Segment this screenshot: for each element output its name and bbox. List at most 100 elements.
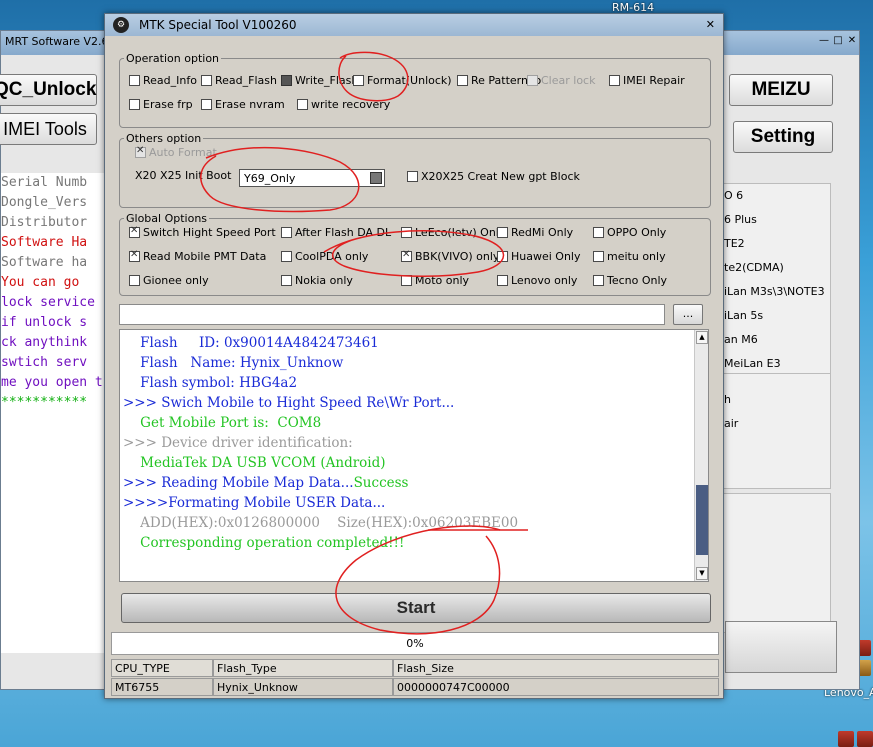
info-header-cell: Flash_Type bbox=[213, 659, 393, 677]
checkbox-icon bbox=[129, 99, 140, 110]
mrt-model-item[interactable]: 6 Plus bbox=[714, 208, 830, 232]
global-option-checkbox[interactable]: LeEco(letv) Only bbox=[401, 226, 505, 239]
operation-checkbox[interactable]: Read_Info bbox=[129, 74, 197, 87]
operation-checkbox[interactable]: write recovery bbox=[297, 98, 390, 111]
gpt-block-label: X20X25 Creat New gpt Block bbox=[421, 170, 580, 183]
auto-format-checkbox[interactable]: Auto Format bbox=[135, 145, 217, 159]
setting-button[interactable]: Setting bbox=[733, 121, 833, 153]
scroll-thumb[interactable] bbox=[696, 485, 708, 555]
log-line: ADD(HEX):0x0126800000 Size(HEX):0x06203E… bbox=[123, 513, 518, 533]
browse-button[interactable]: ... bbox=[673, 304, 703, 325]
global-option-label: Huawei Only bbox=[511, 250, 581, 263]
global-option-checkbox[interactable]: Gionee only bbox=[129, 274, 209, 287]
taskbar-app-icon[interactable] bbox=[857, 731, 873, 747]
global-option-checkbox[interactable]: Huawei Only bbox=[497, 250, 581, 263]
mrt-log-line: Software ha bbox=[1, 255, 88, 270]
mrt-title: MRT Software V2.6 bbox=[5, 35, 109, 48]
checkbox-icon bbox=[401, 249, 412, 262]
mrt-model-item[interactable]: an M6 bbox=[714, 328, 830, 352]
mrt-model-item[interactable]: TE2 bbox=[714, 232, 830, 256]
global-option-checkbox[interactable]: Read Mobile PMT Data bbox=[129, 249, 267, 263]
qc-unlock-button[interactable]: QC_Unlock bbox=[0, 74, 97, 106]
info-value-cell: 0000000747C00000 bbox=[393, 678, 719, 696]
close-icon[interactable]: ✕ bbox=[706, 18, 715, 31]
close-icon[interactable]: ✕ bbox=[845, 34, 859, 48]
init-boot-value: Y69_Only bbox=[244, 172, 296, 185]
global-option-label: Read Mobile PMT Data bbox=[143, 250, 267, 263]
operation-checkbox-label: Erase frp bbox=[143, 98, 193, 111]
taskbar-app-icon[interactable] bbox=[838, 731, 854, 747]
global-option-label: Nokia only bbox=[295, 274, 353, 287]
info-header-cell: Flash_Size bbox=[393, 659, 719, 677]
log-line: Flash symbol: HBG4a2 bbox=[123, 373, 518, 393]
minimize-icon[interactable]: — bbox=[817, 34, 831, 48]
start-button[interactable]: Start bbox=[121, 593, 711, 623]
operation-checkbox-label: write recovery bbox=[311, 98, 391, 111]
log-line-text: Flash symbol: HBG4a2 bbox=[123, 375, 298, 391]
global-option-checkbox[interactable]: Nokia only bbox=[281, 274, 353, 287]
mrt-option-item[interactable]: h bbox=[714, 388, 830, 412]
mrt-log-line: Dongle_Vers bbox=[1, 195, 88, 210]
mrt-log-line: Software Ha bbox=[1, 235, 88, 250]
log-line-text: >>>>Formating Mobile USER Data... bbox=[123, 495, 386, 511]
checkbox-icon bbox=[129, 249, 140, 262]
checkbox-icon bbox=[497, 251, 508, 262]
checkbox-icon bbox=[281, 75, 292, 86]
global-option-checkbox[interactable]: CoolPDA only bbox=[281, 250, 368, 263]
mrt-model-item[interactable]: te2(CDMA) bbox=[714, 256, 830, 280]
mrt-model-item[interactable]: iLan M3s\3\NOTE3 bbox=[714, 280, 830, 304]
log-line-status: Success bbox=[353, 475, 409, 491]
operation-checkbox[interactable]: Format(Unlock) bbox=[353, 74, 452, 87]
global-options-legend: Global Options bbox=[126, 212, 208, 225]
mtk-title-bar: ⚙ MTK Special Tool V100260 ✕ bbox=[105, 14, 723, 36]
global-option-checkbox[interactable]: meitu only bbox=[593, 250, 666, 263]
checkbox-icon bbox=[593, 251, 604, 262]
global-option-checkbox[interactable]: OPPO Only bbox=[593, 226, 666, 239]
log-line-text: Flash Name: Hynix_Unknow bbox=[123, 355, 344, 371]
global-option-label: Lenovo only bbox=[511, 274, 578, 287]
mrt-log-line: *********** bbox=[1, 395, 88, 410]
global-option-checkbox[interactable]: RedMi Only bbox=[497, 226, 573, 239]
meizu-button[interactable]: MEIZU bbox=[729, 74, 833, 106]
mrt-bottom-panel bbox=[725, 621, 837, 673]
operation-checkbox[interactable]: Write_Flash bbox=[281, 74, 358, 87]
operation-checkbox-label: Clear lock bbox=[541, 74, 596, 87]
operation-checkbox[interactable]: Erase frp bbox=[129, 98, 193, 111]
global-option-checkbox[interactable]: BBK(VIVO) only bbox=[401, 249, 499, 263]
imei-tools-button[interactable]: IMEI Tools bbox=[0, 113, 97, 145]
operation-checkbox[interactable]: Clear lock bbox=[527, 74, 595, 87]
operation-checkbox[interactable]: Read_Flash bbox=[201, 74, 277, 87]
gpt-block-checkbox[interactable]: X20X25 Creat New gpt Block bbox=[407, 170, 580, 183]
global-option-label: CoolPDA only bbox=[295, 250, 369, 263]
global-option-checkbox[interactable]: Moto only bbox=[401, 274, 469, 287]
global-option-label: LeEco(letv) Only bbox=[415, 226, 506, 239]
info-header-cell: CPU_TYPE bbox=[111, 659, 213, 677]
mrt-model-item[interactable]: O 6 bbox=[714, 184, 830, 208]
global-option-checkbox[interactable]: Lenovo only bbox=[497, 274, 577, 287]
scroll-up-icon[interactable]: ▲ bbox=[696, 331, 708, 344]
operation-checkbox-label: Read_Info bbox=[143, 74, 197, 87]
operation-option-legend: Operation option bbox=[126, 52, 220, 65]
dropdown-icon[interactable] bbox=[370, 172, 382, 184]
mrt-log-line: if unlock s bbox=[1, 315, 88, 330]
operation-checkbox[interactable]: IMEI Repair bbox=[609, 74, 685, 87]
scroll-down-icon[interactable]: ▼ bbox=[696, 567, 708, 580]
log-line-text: >>> Device driver identification: bbox=[123, 435, 353, 451]
global-option-label: Gionee only bbox=[143, 274, 209, 287]
maximize-icon[interactable]: □ bbox=[831, 34, 845, 48]
auto-format-label: Auto Format bbox=[149, 146, 217, 159]
operation-checkbox-label: Format(Unlock) bbox=[367, 74, 452, 87]
checkbox-icon bbox=[457, 75, 468, 86]
global-option-checkbox[interactable]: Switch Hight Speed Port bbox=[129, 225, 276, 239]
global-option-checkbox[interactable]: Tecno Only bbox=[593, 274, 667, 287]
log-scrollbar[interactable]: ▲ ▼ bbox=[694, 330, 708, 581]
checkbox-icon bbox=[401, 227, 412, 238]
mrt-option-item[interactable]: air bbox=[714, 412, 830, 436]
init-boot-select[interactable]: Y69_Only bbox=[239, 169, 385, 187]
file-path-input[interactable] bbox=[119, 304, 665, 325]
checkbox-icon bbox=[497, 275, 508, 286]
mtk-logo-icon: ⚙ bbox=[113, 17, 129, 33]
operation-checkbox[interactable]: Erase nvram bbox=[201, 98, 285, 111]
mrt-model-item[interactable]: iLan 5s bbox=[714, 304, 830, 328]
global-option-checkbox[interactable]: After Flash DA DL bbox=[281, 226, 391, 239]
